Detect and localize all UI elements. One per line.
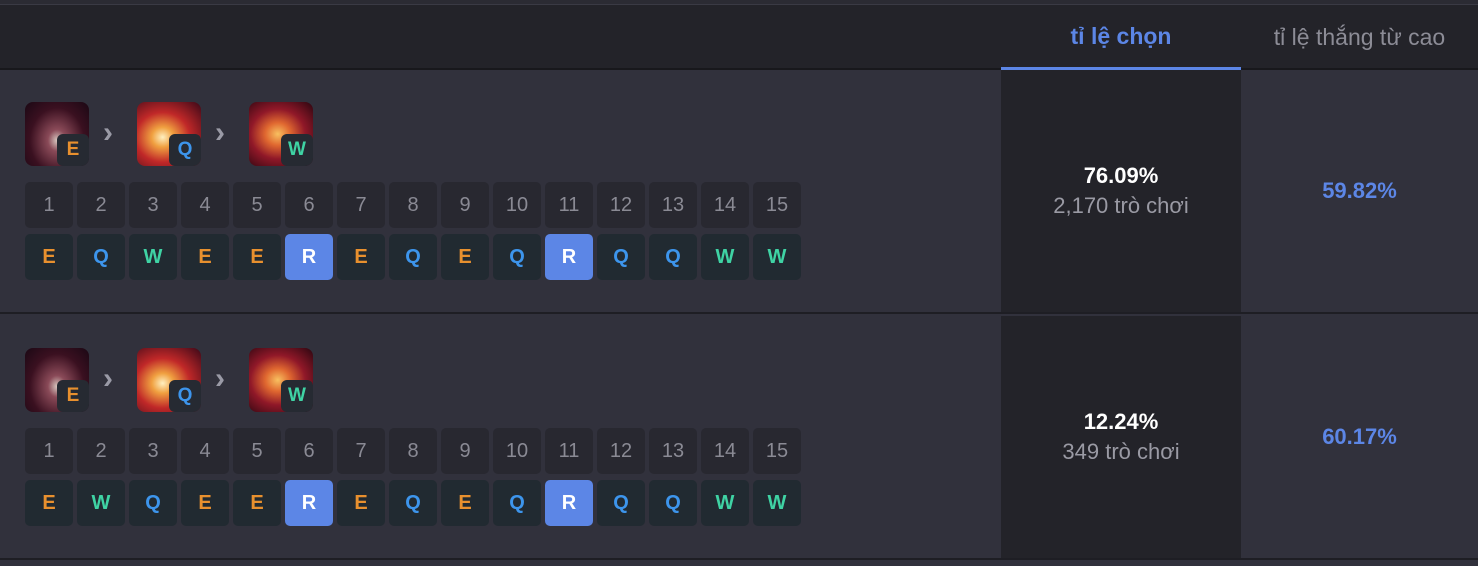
skill-key-badge: Q	[169, 134, 201, 166]
level-cell: 7	[337, 428, 385, 474]
level-cell: 7	[337, 182, 385, 228]
skill-cell: E	[25, 234, 73, 280]
pick-rate-cell: 76.09% 2,170 trò chơi	[1001, 70, 1241, 312]
skill-cell: W	[701, 480, 749, 526]
level-cell: 2	[77, 428, 125, 474]
skill-cell: R	[545, 480, 593, 526]
level-cell: 3	[129, 182, 177, 228]
skill-key-badge: Q	[169, 380, 201, 412]
skill-cell: E	[337, 480, 385, 526]
level-cell: 1	[25, 428, 73, 474]
level-cell: 12	[597, 182, 645, 228]
skill-cell: Q	[389, 480, 437, 526]
win-rate: 60.17%	[1322, 424, 1397, 449]
skill-cell: W	[129, 234, 177, 280]
skill-cell: E	[441, 234, 489, 280]
tab-pick-rate[interactable]: tỉ lệ chọn	[1001, 5, 1241, 71]
level-cell: 5	[233, 182, 281, 228]
skill-cell: R	[545, 234, 593, 280]
skill-cell: W	[753, 480, 801, 526]
level-cell: 6	[285, 182, 333, 228]
skill-cell: Q	[649, 480, 697, 526]
tab-win-rate[interactable]: tỉ lệ thắng từ cao	[1241, 5, 1478, 69]
level-cell: 15	[753, 182, 801, 228]
chevron-right-icon: ›	[103, 362, 113, 395]
chevron-right-icon: ›	[215, 116, 225, 149]
skill-cell: E	[25, 480, 73, 526]
level-cell: 10	[493, 182, 541, 228]
games-count: 2,170 trò chơi	[1053, 193, 1189, 218]
skill-cell: E	[441, 480, 489, 526]
skill-cell: Q	[129, 480, 177, 526]
skill-q-icon: Q	[137, 348, 201, 412]
level-cell: 6	[285, 428, 333, 474]
level-cell: 9	[441, 428, 489, 474]
skill-cell: W	[701, 234, 749, 280]
skill-cell: E	[181, 234, 229, 280]
skill-key-badge: W	[281, 380, 313, 412]
games-count: 349 trò chơi	[1062, 439, 1180, 464]
level-cell: 13	[649, 428, 697, 474]
skill-cell: E	[233, 480, 281, 526]
skill-cell: R	[285, 480, 333, 526]
pick-rate-cell: 12.24% 349 trò chơi	[1001, 316, 1241, 558]
skill-key-badge: E	[57, 380, 89, 412]
skill-e-icon: E	[25, 102, 89, 166]
skill-cell: Q	[77, 234, 125, 280]
level-cell: 11	[545, 428, 593, 474]
level-cell: 5	[233, 428, 281, 474]
level-cell: 9	[441, 182, 489, 228]
level-cell: 3	[129, 428, 177, 474]
skill-cell: R	[285, 234, 333, 280]
level-cell: 1	[25, 182, 73, 228]
level-cell: 10	[493, 428, 541, 474]
level-cell: 4	[181, 428, 229, 474]
skill-cell: E	[233, 234, 281, 280]
level-cell: 12	[597, 428, 645, 474]
skill-w-icon: W	[249, 102, 313, 166]
skill-key-badge: E	[57, 134, 89, 166]
skill-cell: W	[753, 234, 801, 280]
win-rate: 59.82%	[1322, 178, 1397, 203]
skill-cell: Q	[389, 234, 437, 280]
skill-cell: Q	[493, 480, 541, 526]
chevron-right-icon: ›	[215, 362, 225, 395]
level-cell: 15	[753, 428, 801, 474]
level-cell: 4	[181, 182, 229, 228]
pick-rate: 76.09%	[1083, 163, 1159, 188]
skill-cell: Q	[597, 480, 645, 526]
skill-q-icon: Q	[137, 102, 201, 166]
skill-cell: Q	[493, 234, 541, 280]
skill-cell: E	[337, 234, 385, 280]
level-cell: 8	[389, 428, 437, 474]
skill-cell: Q	[649, 234, 697, 280]
skill-build-row: E › Q › W 1 E 2 Q 3 W 4 E 5 E 6 R 7 E 8 Q 9 E 10 Q 11 R 12 Q 13 Q 14 W 15…	[0, 70, 1478, 314]
level-cell: 13	[649, 182, 697, 228]
skill-cell: Q	[597, 234, 645, 280]
level-cell: 2	[77, 182, 125, 228]
skill-cell: W	[77, 480, 125, 526]
level-cell: 14	[701, 428, 749, 474]
skill-e-icon: E	[25, 348, 89, 412]
level-cell: 8	[389, 182, 437, 228]
skill-key-badge: W	[281, 134, 313, 166]
skill-cell: E	[181, 480, 229, 526]
chevron-right-icon: ›	[103, 116, 113, 149]
table-header: tỉ lệ chọn tỉ lệ thắng từ cao	[0, 4, 1478, 71]
level-cell: 11	[545, 182, 593, 228]
level-cell: 14	[701, 182, 749, 228]
skill-build-row: E › Q › W 1 E 2 W 3 Q 4 E 5 E 6 R 7 E 8 Q 9 E 10 Q 11 R 12 Q 13 Q 14 W 15…	[0, 316, 1478, 560]
pick-rate: 12.24%	[1083, 409, 1159, 434]
skill-w-icon: W	[249, 348, 313, 412]
